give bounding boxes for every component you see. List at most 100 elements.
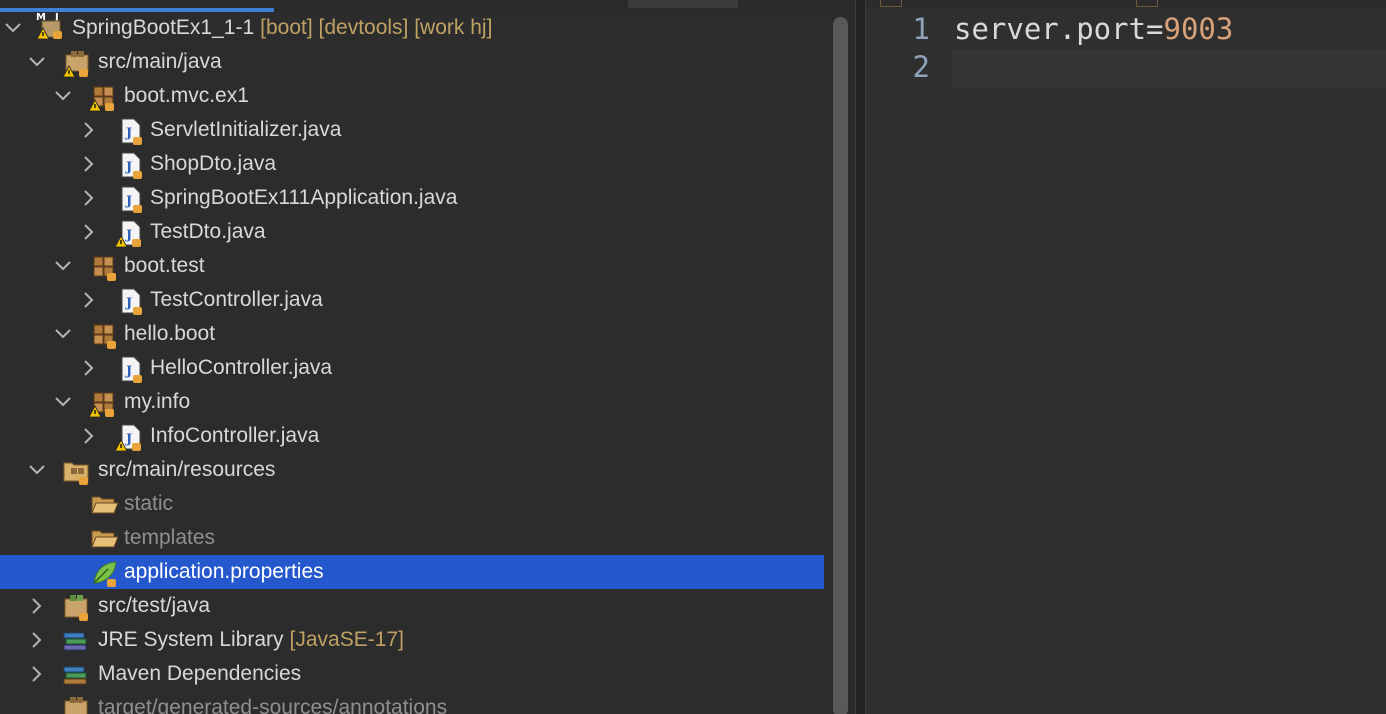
java-file-icon: J	[116, 117, 144, 145]
svg-text:J: J	[125, 296, 132, 311]
tree-label: templates	[124, 526, 216, 549]
chevron-right-icon[interactable]	[76, 219, 102, 245]
tree-row-java-file[interactable]: J ServletInitializer.java	[0, 113, 824, 147]
property-key: server.port=	[954, 12, 1164, 46]
scrollbar-thumb[interactable]	[833, 17, 848, 714]
chevron-right-icon[interactable]	[76, 117, 102, 143]
tree-label: InfoController.java	[150, 424, 320, 447]
chevron-down-icon[interactable]	[50, 389, 76, 415]
tree-row-java-file[interactable]: J InfoController.java	[0, 419, 824, 453]
java-file-icon: J	[116, 185, 144, 213]
tree-label: Maven Dependencies	[98, 662, 302, 685]
chevron-down-icon[interactable]	[50, 321, 76, 347]
tree-label: src/main/java	[98, 50, 222, 73]
tree-label: TestController.java	[150, 288, 323, 311]
tree-label: target/generated-sources/annotations	[98, 696, 448, 714]
tree-row-java-file[interactable]: J TestDto.java	[0, 215, 824, 249]
java-file-icon: J	[116, 151, 144, 179]
chevron-right-icon[interactable]	[76, 423, 102, 449]
chevron-right-icon[interactable]	[76, 355, 102, 381]
java-file-warning-icon: J	[114, 219, 142, 248]
tree-row-source-folder[interactable]: src/main/resources	[0, 453, 824, 487]
tree-label: JRE System Library [JavaSE-17]	[98, 628, 404, 651]
tree-row-package[interactable]: boot.test	[0, 249, 824, 283]
chevron-right-icon[interactable]	[24, 661, 50, 687]
tree-label: static	[124, 492, 174, 515]
java-file-icon: J	[116, 287, 144, 315]
tree-label: ServletInitializer.java	[150, 118, 342, 141]
properties-editor[interactable]: 1 server.port=9003 2	[866, 0, 1386, 714]
tree-row-folder[interactable]: templates	[0, 521, 824, 555]
chevron-down-icon[interactable]	[50, 83, 76, 109]
library-icon	[62, 627, 90, 655]
tree-label: hello.boot	[124, 322, 216, 345]
tree-label: boot.mvc.ex1	[124, 84, 249, 107]
code-line[interactable]: server.port=9003	[954, 12, 1233, 46]
tree-label: TestDto.java	[150, 220, 266, 243]
tree-label: SpringBootEx111Application.java	[150, 186, 458, 209]
tree-label: HelloController.java	[150, 356, 333, 379]
chevron-down-icon[interactable]	[24, 457, 50, 483]
svg-text:J: J	[125, 194, 132, 209]
chevron-down-icon[interactable]	[50, 253, 76, 279]
tree-row-package[interactable]: hello.boot	[0, 317, 824, 351]
source-folder-icon	[62, 49, 90, 78]
chevron-right-icon[interactable]	[76, 151, 102, 177]
chevron-right-icon[interactable]	[24, 593, 50, 619]
tree-row-java-file[interactable]: J SpringBootEx111Application.java	[0, 181, 824, 215]
tree-row-folder[interactable]: static	[0, 487, 824, 521]
svg-text:J: J	[125, 432, 132, 447]
source-folder-icon	[62, 593, 90, 621]
tree-label: src/test/java	[98, 594, 211, 617]
chevron-down-icon[interactable]	[24, 49, 50, 75]
java-file-warning-icon: J	[114, 423, 142, 452]
package-icon	[90, 321, 118, 349]
java-file-icon: J	[116, 355, 144, 383]
tree-row-source-folder[interactable]: src/test/java	[0, 589, 824, 623]
source-folder-icon	[62, 457, 90, 485]
tree-row-properties-file[interactable]: application.properties	[0, 555, 824, 589]
spring-properties-icon	[90, 559, 118, 587]
tree-row-java-file[interactable]: J HelloController.java	[0, 351, 824, 385]
svg-text:J: J	[125, 126, 132, 141]
source-folder-icon	[62, 695, 90, 714]
line-number: 1	[912, 12, 930, 46]
tree-row-java-file[interactable]: J TestController.java	[0, 283, 824, 317]
tree-label: application.properties	[124, 560, 324, 583]
chevron-right-icon[interactable]	[76, 287, 102, 313]
pane-divider[interactable]	[855, 0, 866, 714]
maven-project-icon: M J	[36, 11, 64, 40]
tree-row-library[interactable]: JRE System Library [JavaSE-17]	[0, 623, 824, 657]
tree-decoration: [JavaSE-17]	[289, 628, 404, 651]
tree-label: src/main/resources	[98, 458, 276, 481]
svg-text:J: J	[125, 364, 132, 379]
tree-decoration: [boot] [devtools] [work hj]	[260, 16, 493, 39]
tree-label: my.info	[124, 390, 191, 413]
property-value: 9003	[1163, 12, 1234, 46]
tree-label: SpringBootEx1_1-1 [boot] [devtools] [work…	[72, 16, 493, 39]
tree-row-library[interactable]: Maven Dependencies	[0, 657, 824, 691]
tree-row-source-folder[interactable]: src/main/java	[0, 45, 824, 79]
tree-label: ShopDto.java	[150, 152, 277, 175]
view-tab[interactable]	[628, 0, 738, 8]
chevron-right-icon[interactable]	[24, 627, 50, 653]
tree-row-package[interactable]: my.info	[0, 385, 824, 419]
tree-row-package[interactable]: boot.mvc.ex1	[0, 79, 824, 113]
svg-text:J: J	[125, 228, 132, 243]
line-number: 2	[912, 50, 930, 84]
chevron-right-icon[interactable]	[76, 185, 102, 211]
folder-icon	[90, 491, 119, 519]
current-line-highlight	[952, 50, 1386, 88]
chevron-down-icon[interactable]	[0, 15, 26, 41]
tree-row-project[interactable]: M J SpringBootEx1_1-1 [boot] [devtools] […	[0, 11, 824, 45]
svg-text:J: J	[125, 160, 132, 175]
editor-tab[interactable]	[880, 0, 902, 7]
package-icon	[88, 83, 116, 112]
tree-row-source-folder[interactable]: target/generated-sources/annotations	[0, 691, 824, 714]
editor-tab[interactable]	[1136, 0, 1158, 7]
tree-label: boot.test	[124, 254, 205, 277]
package-icon	[90, 253, 118, 281]
package-explorer: M J SpringBootEx1_1-1 [boot] [devtools] […	[0, 0, 855, 714]
folder-icon	[90, 525, 119, 553]
tree-row-java-file[interactable]: J ShopDto.java	[0, 147, 824, 181]
